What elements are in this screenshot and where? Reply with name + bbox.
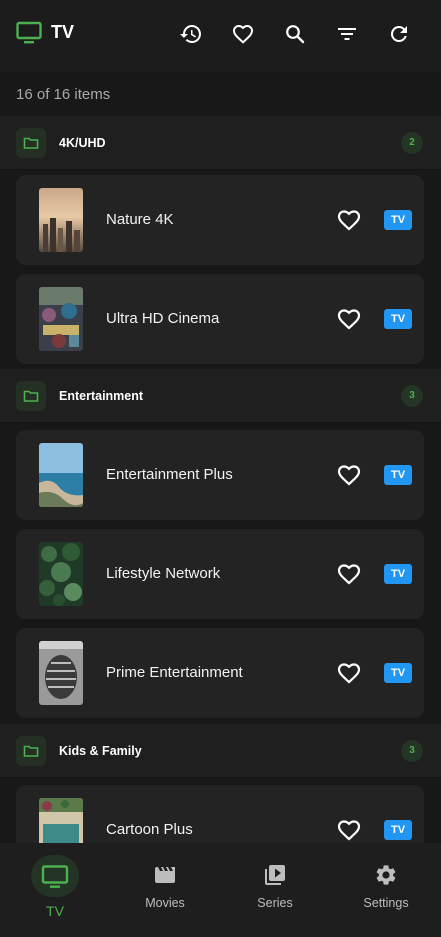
bottom-navigation: TV Movies Series Settings — [0, 843, 441, 937]
folder-icon — [16, 380, 46, 411]
channel-card[interactable]: Lifestyle Network TV — [16, 529, 424, 619]
nav-label: Settings — [363, 896, 409, 910]
nav-label: Movies — [145, 896, 185, 910]
nav-label: TV — [46, 903, 64, 919]
refresh-icon — [390, 25, 407, 42]
series-icon — [265, 865, 285, 885]
channel-card[interactable]: Cartoon Plus TV — [16, 785, 424, 843]
nav-label: Series — [257, 896, 293, 910]
channel-name: Nature 4K — [106, 211, 174, 228]
category-count-badge: 3 — [401, 739, 423, 762]
page-title: TV — [51, 22, 75, 42]
channel-name: Entertainment Plus — [106, 466, 233, 483]
favorites-button[interactable] — [228, 19, 258, 49]
type-badge: TV — [384, 820, 412, 840]
channel-thumbnail — [39, 641, 83, 705]
heart-outline-icon[interactable] — [336, 307, 362, 331]
item-count: 16 of 16 items — [16, 85, 111, 103]
folder-icon — [16, 127, 46, 158]
heart-outline-icon[interactable] — [336, 818, 362, 842]
search-icon — [286, 25, 305, 44]
movie-icon — [155, 867, 175, 883]
app-bar: TV — [0, 0, 441, 72]
category-count-badge: 3 — [401, 384, 423, 407]
channel-thumbnail — [39, 542, 83, 606]
type-badge: TV — [384, 564, 412, 584]
category-header-4k-uhd[interactable]: 4K/UHD 2 — [0, 116, 441, 170]
tv-icon — [16, 21, 42, 44]
filter-icon — [338, 28, 356, 40]
channel-thumbnail — [39, 188, 83, 252]
gear-icon — [376, 865, 396, 885]
channel-name: Ultra HD Cinema — [106, 310, 220, 327]
favorite-icon — [232, 24, 254, 44]
folder-icon — [16, 735, 46, 766]
category-header-entertainment[interactable]: Entertainment 3 — [0, 369, 441, 423]
nav-settings[interactable]: Settings — [331, 843, 441, 937]
channel-card[interactable]: Prime Entertainment TV — [16, 628, 424, 718]
type-badge: TV — [384, 309, 412, 329]
category-header-kids-family[interactable]: Kids & Family 3 — [0, 724, 441, 778]
channel-list[interactable]: 4K/UHD 2 Nature 4K TV Ultra HD Cinema TV — [0, 116, 441, 843]
category-count-badge: 2 — [401, 131, 423, 154]
refresh-button[interactable] — [384, 19, 414, 49]
category-name: Entertainment — [59, 388, 144, 403]
filter-button[interactable] — [332, 19, 362, 49]
nav-series[interactable]: Series — [220, 843, 330, 937]
channel-card[interactable]: Entertainment Plus TV — [16, 430, 424, 520]
type-badge: TV — [384, 663, 412, 683]
tv-icon — [41, 865, 69, 888]
heart-outline-icon[interactable] — [336, 661, 362, 685]
heart-outline-icon[interactable] — [336, 562, 362, 586]
channel-thumbnail — [39, 798, 83, 843]
category-name: Kids & Family — [59, 743, 142, 758]
channel-name: Cartoon Plus — [106, 821, 193, 838]
nav-tv[interactable]: TV — [0, 843, 110, 937]
heart-outline-icon[interactable] — [336, 463, 362, 487]
channel-card[interactable]: Ultra HD Cinema TV — [16, 274, 424, 364]
history-button[interactable] — [176, 19, 206, 49]
history-icon — [180, 25, 201, 43]
channel-name: Lifestyle Network — [106, 565, 221, 582]
channel-thumbnail — [39, 287, 83, 351]
nav-movies[interactable]: Movies — [110, 843, 220, 937]
channel-card[interactable]: Nature 4K TV — [16, 175, 424, 265]
channel-name: Prime Entertainment — [106, 664, 243, 681]
heart-outline-icon[interactable] — [336, 208, 362, 232]
type-badge: TV — [384, 210, 412, 230]
search-button[interactable] — [280, 19, 310, 49]
channel-thumbnail — [39, 443, 83, 507]
category-name: 4K/UHD — [59, 135, 106, 150]
type-badge: TV — [384, 465, 412, 485]
